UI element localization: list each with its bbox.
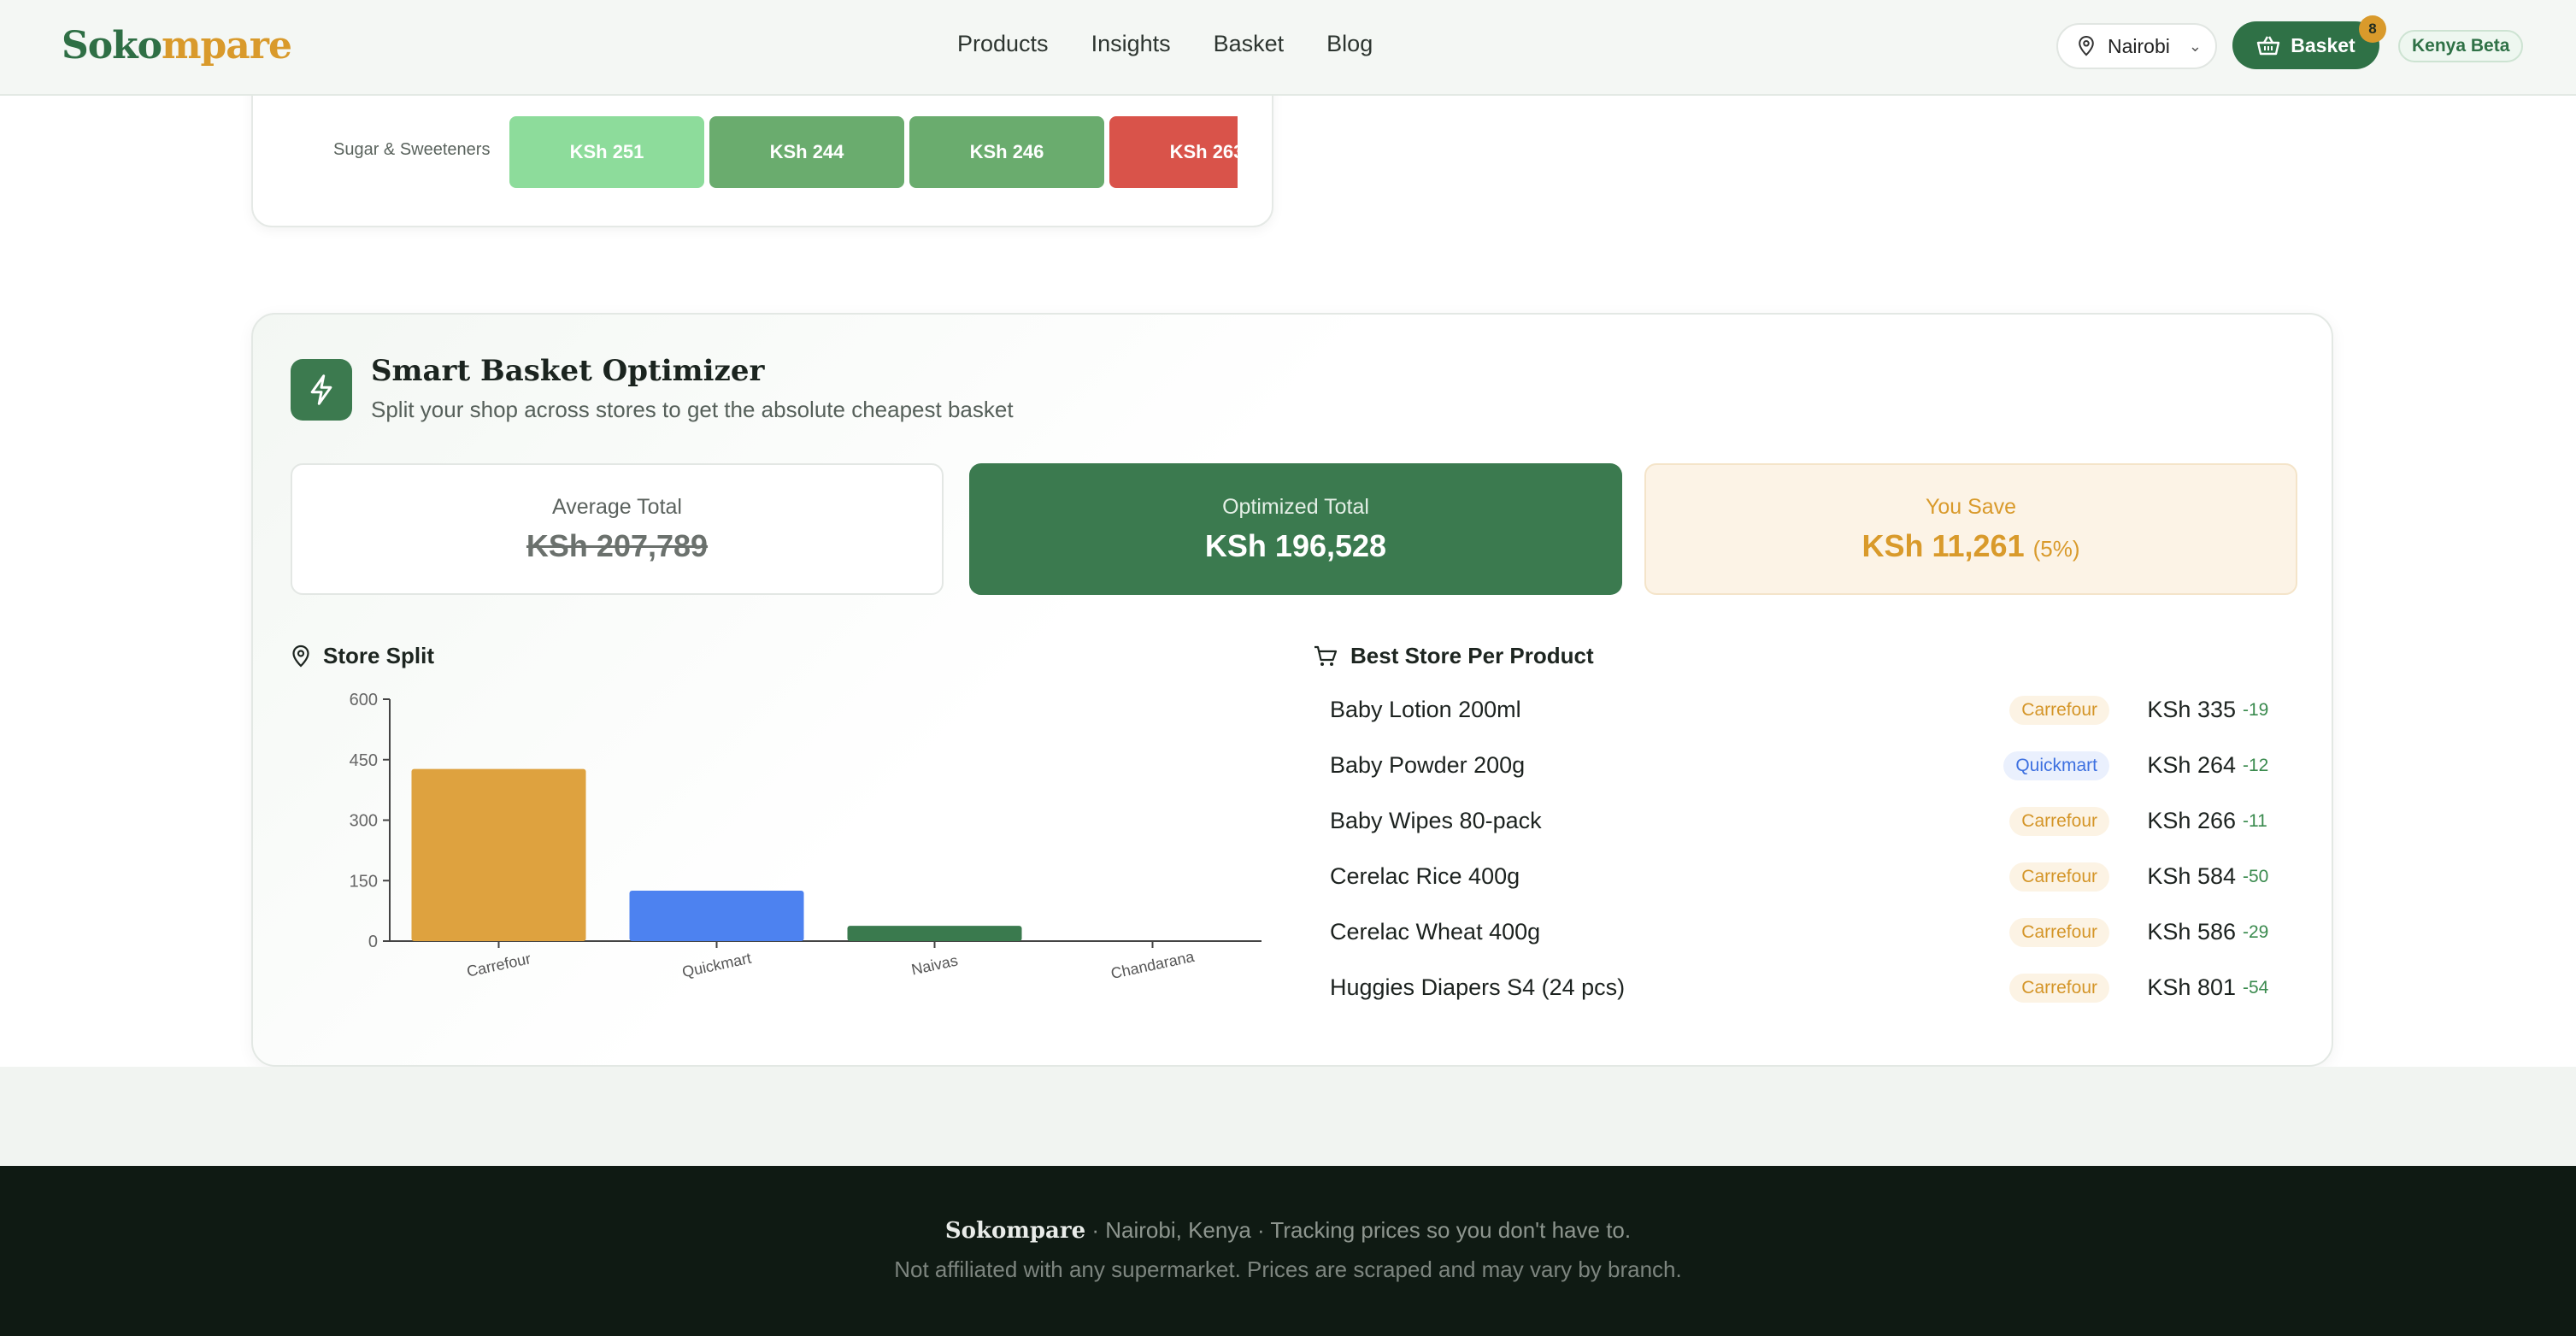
x-tick-label: Chandarana [1109, 948, 1197, 982]
lightning-icon [291, 359, 352, 421]
best-store-row[interactable]: Baby Wipes 80-pack Carrefour KSh 266 -11 [1330, 793, 2287, 849]
store-badge: Quickmart [2003, 750, 2109, 780]
chart-bar [411, 768, 586, 941]
y-tick-label: 450 [350, 751, 378, 770]
nav-insights[interactable]: Insights [1091, 31, 1171, 57]
y-tick-label: 600 [350, 691, 378, 709]
heatmap-cells: KSh 251 KSh 244 KSh 246 KSh 263 [509, 116, 1238, 188]
heatmap-cell[interactable]: KSh 244 [709, 116, 904, 188]
store-split-title: Store Split [323, 643, 435, 668]
footer-tagline-line: Sokompare · Nairobi, Kenya · Tracking pr… [0, 1217, 2576, 1244]
optimized-total-card: Optimized Total KSh 196,528 [969, 463, 1622, 595]
product-price: KSh 264 [2147, 752, 2236, 778]
basket-count-badge: 8 [2359, 15, 2386, 43]
best-store-row[interactable]: Baby Powder 200g Quickmart KSh 264 -12 [1330, 738, 2287, 793]
x-tick-label: Carrefour [465, 950, 532, 980]
store-badge: Carrefour [2009, 917, 2109, 947]
region-beta-badge: Kenya Beta [2398, 30, 2524, 62]
footer: Sokompare · Nairobi, Kenya · Tracking pr… [0, 1166, 2576, 1336]
best-store-row[interactable]: Cerelac Rice 400g Carrefour KSh 584 -50 [1330, 849, 2287, 904]
product-name: Cerelac Rice 400g [1330, 863, 1520, 889]
heatmap-row-label: Sugar & Sweeteners [333, 140, 491, 159]
basket-optimizer-card: Smart Basket Optimizer Split your shop a… [251, 313, 2333, 1067]
store-badge: Carrefour [2009, 806, 2109, 836]
savings-value-wrap: KSh 11,261 (5%) [1861, 528, 2079, 564]
savings-value: KSh 11,261 [1861, 527, 2025, 563]
nav-basket[interactable]: Basket [1214, 31, 1285, 57]
product-name: Baby Wipes 80-pack [1330, 808, 1542, 833]
footer-brand: Sokompare [944, 1218, 1086, 1244]
best-store-title: Best Store Per Product [1350, 643, 1594, 668]
store-badge: Carrefour [2009, 695, 2109, 725]
price-difference: -29 [2243, 921, 2269, 942]
chevron-down-icon: ⌄ [2188, 37, 2202, 55]
basket-button-label: Basket [2291, 33, 2355, 56]
product-price: KSh 335 [2147, 697, 2236, 722]
optimized-total-label: Optimized Total [1222, 494, 1369, 519]
product-name: Huggies Diapers S4 (24 pcs) [1330, 974, 1626, 1000]
footer-spacer [0, 1067, 2576, 1166]
price-difference: -11 [2243, 810, 2267, 831]
main-nav: Products Insights Basket Blog [957, 31, 1373, 57]
price-difference: -12 [2243, 755, 2269, 775]
average-total-value: KSh 207,789 [526, 527, 709, 563]
product-name: Baby Powder 200g [1330, 752, 1526, 778]
map-pin-icon [2079, 36, 2094, 56]
y-tick-label: 0 [368, 933, 378, 951]
best-store-row[interactable]: Baby Lotion 200ml Carrefour KSh 335 -19 [1330, 682, 2287, 738]
heatmap-cell[interactable]: KSh 263 [1109, 116, 1238, 188]
optimizer-title: Smart Basket Optimizer [371, 354, 765, 388]
y-tick-label: 300 [350, 812, 378, 831]
logo-accent: mpare [161, 24, 292, 68]
chart-bar [847, 926, 1022, 941]
x-tick-label: Quickmart [680, 950, 752, 981]
nav-blog[interactable]: Blog [1326, 31, 1373, 57]
product-price: KSh 584 [2147, 863, 2236, 889]
heatmap-cell[interactable]: KSh 246 [909, 116, 1104, 188]
basket-button[interactable]: Basket [2232, 21, 2379, 69]
store-split-chart: 0 150 300 450 600 Carrefour Quickmart Naivas Cha… [350, 691, 1262, 982]
shopping-cart-icon [1314, 645, 1338, 666]
product-price: KSh 801 [2147, 974, 2236, 1000]
y-tick-label: 150 [350, 872, 378, 891]
product-name: Cerelac Wheat 400g [1330, 919, 1541, 945]
store-badge: Carrefour [2009, 862, 2109, 892]
best-store-row[interactable]: Huggies Diapers S4 (24 pcs) Carrefour KSh … [1330, 960, 2287, 1015]
price-difference: -50 [2243, 866, 2269, 886]
best-store-list: Baby Lotion 200ml Carrefour KSh 335 -19 Baby… [1330, 682, 2287, 1015]
optimizer-subtitle: Split your shop across stores to get the… [371, 397, 1014, 422]
nav-products[interactable]: Products [957, 31, 1049, 57]
average-total-label: Average Total [552, 494, 682, 519]
average-total-card: Average Total KSh 207,789 [291, 463, 944, 595]
store-split-heading: Store Split [291, 643, 434, 669]
best-store-heading: Best Store Per Product [1313, 643, 1594, 669]
location-value: Nairobi [2108, 34, 2170, 57]
optimized-total-value: KSh 196,528 [1204, 527, 1387, 563]
price-difference: -19 [2243, 699, 2269, 720]
top-nav-bar: Sokompare Products Insights Basket Blog … [0, 0, 2576, 96]
product-name: Baby Lotion 200ml [1330, 697, 1521, 722]
location-select[interactable]: Nairobi ⌄ [2056, 23, 2217, 69]
best-store-row[interactable]: Cerelac Wheat 400g Carrefour KSh 586 -29 [1330, 904, 2287, 960]
heatmap-row: Sugar & Sweeteners KSh 251 KSh 244 KSh 2… [253, 116, 1272, 188]
chart-bar [629, 891, 804, 941]
product-price: KSh 586 [2147, 919, 2236, 945]
basket-icon [2257, 36, 2280, 56]
footer-disclaimer: Not affiliated with any supermarket. Pri… [894, 1257, 1682, 1282]
heatmap-cell[interactable]: KSh 251 [509, 116, 704, 188]
map-pin-icon [292, 644, 309, 668]
x-tick-label: Naivas [910, 951, 960, 978]
savings-percent: (5%) [2032, 535, 2080, 562]
footer-tagline: · Nairobi, Kenya · Tracking prices so yo… [1085, 1217, 1632, 1243]
logo[interactable]: Sokompare [62, 24, 292, 68]
savings-label: You Save [1925, 494, 2017, 519]
price-difference: -54 [2243, 977, 2269, 998]
store-badge: Carrefour [2009, 973, 2109, 1003]
logo-main: Soko [62, 24, 162, 68]
savings-card: You Save KSh 11,261 (5%) [1644, 463, 2297, 595]
product-price: KSh 266 [2147, 808, 2236, 833]
